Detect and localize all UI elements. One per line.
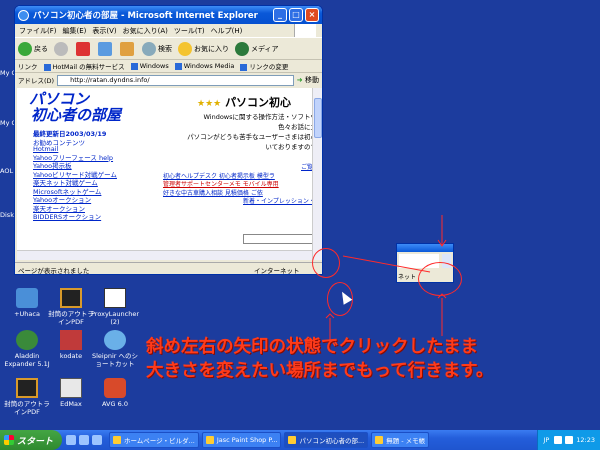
language-indicator[interactable]: JP [543, 436, 549, 444]
annotation-line2: 大きさを変えたい場所までもって行きます。 [146, 361, 494, 381]
aladdin-icon [16, 330, 38, 350]
uhaca-icon [16, 288, 38, 308]
task-homepage-builder[interactable]: ホームページ・ビルダ... [109, 432, 199, 448]
quick-launch-desktop-icon[interactable] [92, 435, 102, 445]
quick-launch [66, 435, 105, 445]
task-ie-active[interactable]: パソコン初心者の部... [284, 432, 369, 448]
task-paint-shop-pro[interactable]: Jasc Paint Shop P... [201, 432, 282, 448]
edmax-icon [60, 378, 82, 398]
desktop-icon-kodate[interactable]: kodate [46, 330, 96, 360]
desktop-icon-uhaca[interactable]: +Uhaca [2, 288, 52, 318]
desktop-icon-edmax[interactable]: EdMax [46, 378, 96, 408]
quick-launch-media-icon[interactable] [79, 435, 89, 445]
pointer-arrow-left-head [325, 313, 335, 319]
kodate-icon [60, 330, 82, 350]
system-tray: JP 12:23 [537, 430, 600, 450]
tray-icon[interactable] [565, 436, 574, 444]
windows-logo-icon [4, 435, 14, 445]
desktop-icon-pdf-outline-1[interactable]: 封筒のアウトラインPDF [46, 288, 96, 326]
pointer-arrow-right-head [437, 293, 447, 299]
desktop-icon-avg[interactable]: AVG 6.0 [90, 378, 140, 408]
task-notepad[interactable]: 無題 - メモ帳 [371, 432, 430, 448]
desktop-icon-aladdin-expander[interactable]: Aladdin Expander 5.1J [2, 330, 52, 368]
desktop-icon-proxy-launcher[interactable]: ProxyLauncher (2) [90, 288, 140, 326]
taskbar: スタート ホームページ・ビルダ... Jasc Paint Shop P... … [0, 430, 600, 450]
start-button[interactable]: スタート [0, 430, 62, 450]
annotation-line1: 斜め左右の矢印の状態でクリックしたまま [146, 337, 478, 357]
tray-icon[interactable] [554, 436, 563, 444]
clock[interactable]: 12:23 [576, 436, 595, 444]
pdf-icon [16, 378, 38, 398]
sleipnir-icon [104, 330, 126, 350]
drag-line [342, 255, 431, 273]
avg-icon [104, 378, 126, 398]
pdf-icon [60, 288, 82, 308]
desktop: My C My Com AOL Me Disk パソコン初心者の部屋 - Mic… [0, 0, 600, 430]
proxy-launcher-icon [104, 288, 126, 308]
desktop-icon-sleipnir[interactable]: Sleipnir へのショートカット [90, 330, 140, 368]
desktop-icon-pdf-outline-2[interactable]: 封筒のアウトラインPDF [2, 378, 52, 416]
quick-launch-ie-icon[interactable] [66, 435, 76, 445]
